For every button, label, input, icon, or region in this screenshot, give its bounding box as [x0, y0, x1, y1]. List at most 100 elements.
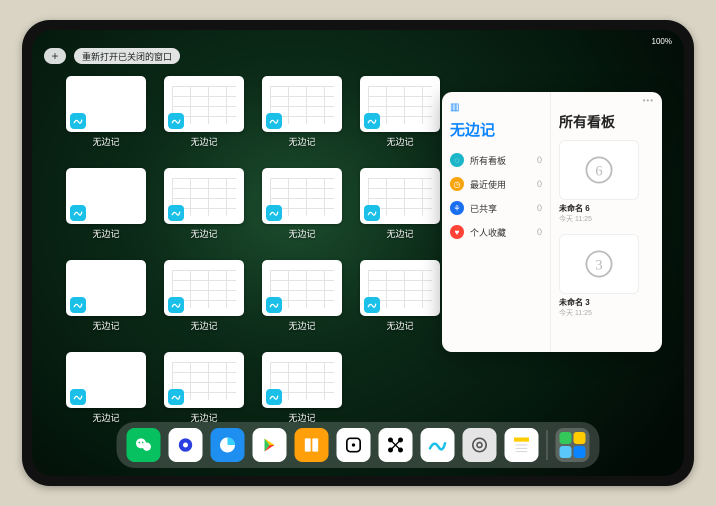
window-label: 无边记	[386, 319, 413, 332]
dock-app-dice[interactable]	[337, 428, 371, 462]
window-label: 无边记	[92, 135, 119, 148]
topbar: + 重新打开已关闭的窗口	[44, 48, 180, 64]
window-label: 无边记	[92, 227, 119, 240]
board-time: 今天 11:25	[559, 308, 654, 318]
window-preview	[66, 168, 146, 224]
window-label: 无边记	[288, 319, 315, 332]
status-bar: 100%	[32, 34, 684, 48]
dock-app-notes[interactable]	[505, 428, 539, 462]
window-thumbnail[interactable]: 无边记	[360, 76, 440, 148]
category-label: 个人收藏	[470, 226, 506, 239]
dock-app-nodes[interactable]	[379, 428, 413, 462]
category-count: 0	[537, 155, 542, 165]
category-heart[interactable]: ♥ 个人收藏 0	[450, 220, 542, 244]
panel-sidebar: ▥ 无边记 ◌ 所有看板 0 ◷ 最近使用 0 ⚘ 已共享 0 ♥ 个人收藏 0	[442, 92, 550, 352]
category-count: 0	[537, 179, 542, 189]
board-item[interactable]: 3 未命名 3 今天 11:25	[559, 234, 654, 318]
sidebar-toggle-icon[interactable]: ▥	[450, 102, 459, 113]
category-label: 最近使用	[470, 178, 506, 191]
exposé-grid: 无边记 无边记 无边记 无边记 无边记 无边记 无边	[66, 76, 436, 424]
freeform-app-icon	[266, 113, 282, 129]
window-preview	[164, 168, 244, 224]
freeform-app-icon	[70, 205, 86, 221]
ipad-frame: 100% + 重新打开已关闭的窗口 无边记 无边记 无边记 无边记	[22, 20, 694, 486]
freeform-app-icon	[70, 389, 86, 405]
window-preview	[164, 76, 244, 132]
freeform-app-icon	[70, 113, 86, 129]
screen: 100% + 重新打开已关闭的窗口 无边记 无边记 无边记 无边记	[32, 30, 684, 476]
window-label: 无边记	[92, 411, 119, 424]
freeform-app-icon	[364, 113, 380, 129]
window-label: 无边记	[190, 227, 217, 240]
freeform-app-icon	[364, 205, 380, 221]
freeform-app-icon	[364, 297, 380, 313]
category-people[interactable]: ⚘ 已共享 0	[450, 196, 542, 220]
new-window-button[interactable]: +	[44, 48, 66, 64]
panel-section-title: 所有看板	[559, 112, 654, 132]
freeform-app-icon	[168, 389, 184, 405]
window-thumbnail[interactable]: 无边记	[262, 168, 342, 240]
window-thumbnail[interactable]: 无边记	[66, 168, 146, 240]
category-chat[interactable]: ◌ 所有看板 0	[450, 148, 542, 172]
category-count: 0	[537, 227, 542, 237]
dock-app-wechat[interactable]	[127, 428, 161, 462]
window-thumbnail[interactable]: 无边记	[164, 168, 244, 240]
window-thumbnail[interactable]: 无边记	[262, 76, 342, 148]
dock	[117, 422, 600, 468]
dock-separator	[547, 430, 548, 460]
board-time: 今天 11:25	[559, 214, 654, 224]
dock-app-freeform[interactable]	[421, 428, 455, 462]
more-icon[interactable]: •••	[643, 96, 654, 105]
category-label: 所有看板	[470, 154, 506, 167]
dock-app-books[interactable]	[295, 428, 329, 462]
window-label: 无边记	[190, 319, 217, 332]
window-preview	[360, 76, 440, 132]
freeform-app-icon	[168, 297, 184, 313]
window-label: 无边记	[288, 227, 315, 240]
svg-text:3: 3	[595, 257, 602, 273]
window-thumbnail[interactable]: 无边记	[262, 260, 342, 332]
svg-text:6: 6	[595, 163, 602, 179]
category-clock[interactable]: ◷ 最近使用 0	[450, 172, 542, 196]
freeform-app-icon	[168, 113, 184, 129]
window-preview	[66, 260, 146, 316]
board-name: 未命名 6	[559, 203, 654, 214]
dock-app-qqbrowser[interactable]	[211, 428, 245, 462]
category-label: 已共享	[470, 202, 497, 215]
window-preview	[360, 260, 440, 316]
window-thumbnail[interactable]: 无边记	[66, 352, 146, 424]
window-thumbnail[interactable]: 无边记	[262, 352, 342, 424]
window-thumbnail[interactable]: 无边记	[164, 352, 244, 424]
panel-app-title: 无边记	[450, 119, 542, 140]
dock-app-settings[interactable]	[463, 428, 497, 462]
category-count: 0	[537, 203, 542, 213]
window-thumbnail[interactable]: 无边记	[164, 76, 244, 148]
board-preview: 6	[559, 140, 639, 200]
window-thumbnail[interactable]: 无边记	[360, 168, 440, 240]
dock-recent-folder[interactable]	[556, 428, 590, 462]
window-thumbnail[interactable]: 无边记	[164, 260, 244, 332]
window-preview	[66, 76, 146, 132]
window-label: 无边记	[92, 319, 119, 332]
window-preview	[262, 260, 342, 316]
freeform-app-icon	[70, 297, 86, 313]
dock-app-play[interactable]	[253, 428, 287, 462]
window-preview	[262, 168, 342, 224]
window-label: 无边记	[190, 135, 217, 148]
window-thumbnail[interactable]: 无边记	[360, 260, 440, 332]
freeform-app-icon	[266, 389, 282, 405]
window-thumbnail[interactable]: 无边记	[66, 260, 146, 332]
app-overview-panel[interactable]: ▥ 无边记 ◌ 所有看板 0 ◷ 最近使用 0 ⚘ 已共享 0 ♥ 个人收藏 0…	[442, 92, 662, 352]
window-preview	[262, 76, 342, 132]
clock-icon: ◷	[450, 177, 464, 191]
window-preview	[164, 260, 244, 316]
reopen-closed-window-button[interactable]: 重新打开已关闭的窗口	[74, 48, 180, 64]
chat-icon: ◌	[450, 153, 464, 167]
dock-app-quark[interactable]	[169, 428, 203, 462]
board-item[interactable]: 6 未命名 6 今天 11:25	[559, 140, 654, 224]
status-right: 100%	[652, 37, 672, 46]
window-preview	[66, 352, 146, 408]
window-preview	[360, 168, 440, 224]
window-thumbnail[interactable]: 无边记	[66, 76, 146, 148]
window-label: 无边记	[386, 135, 413, 148]
